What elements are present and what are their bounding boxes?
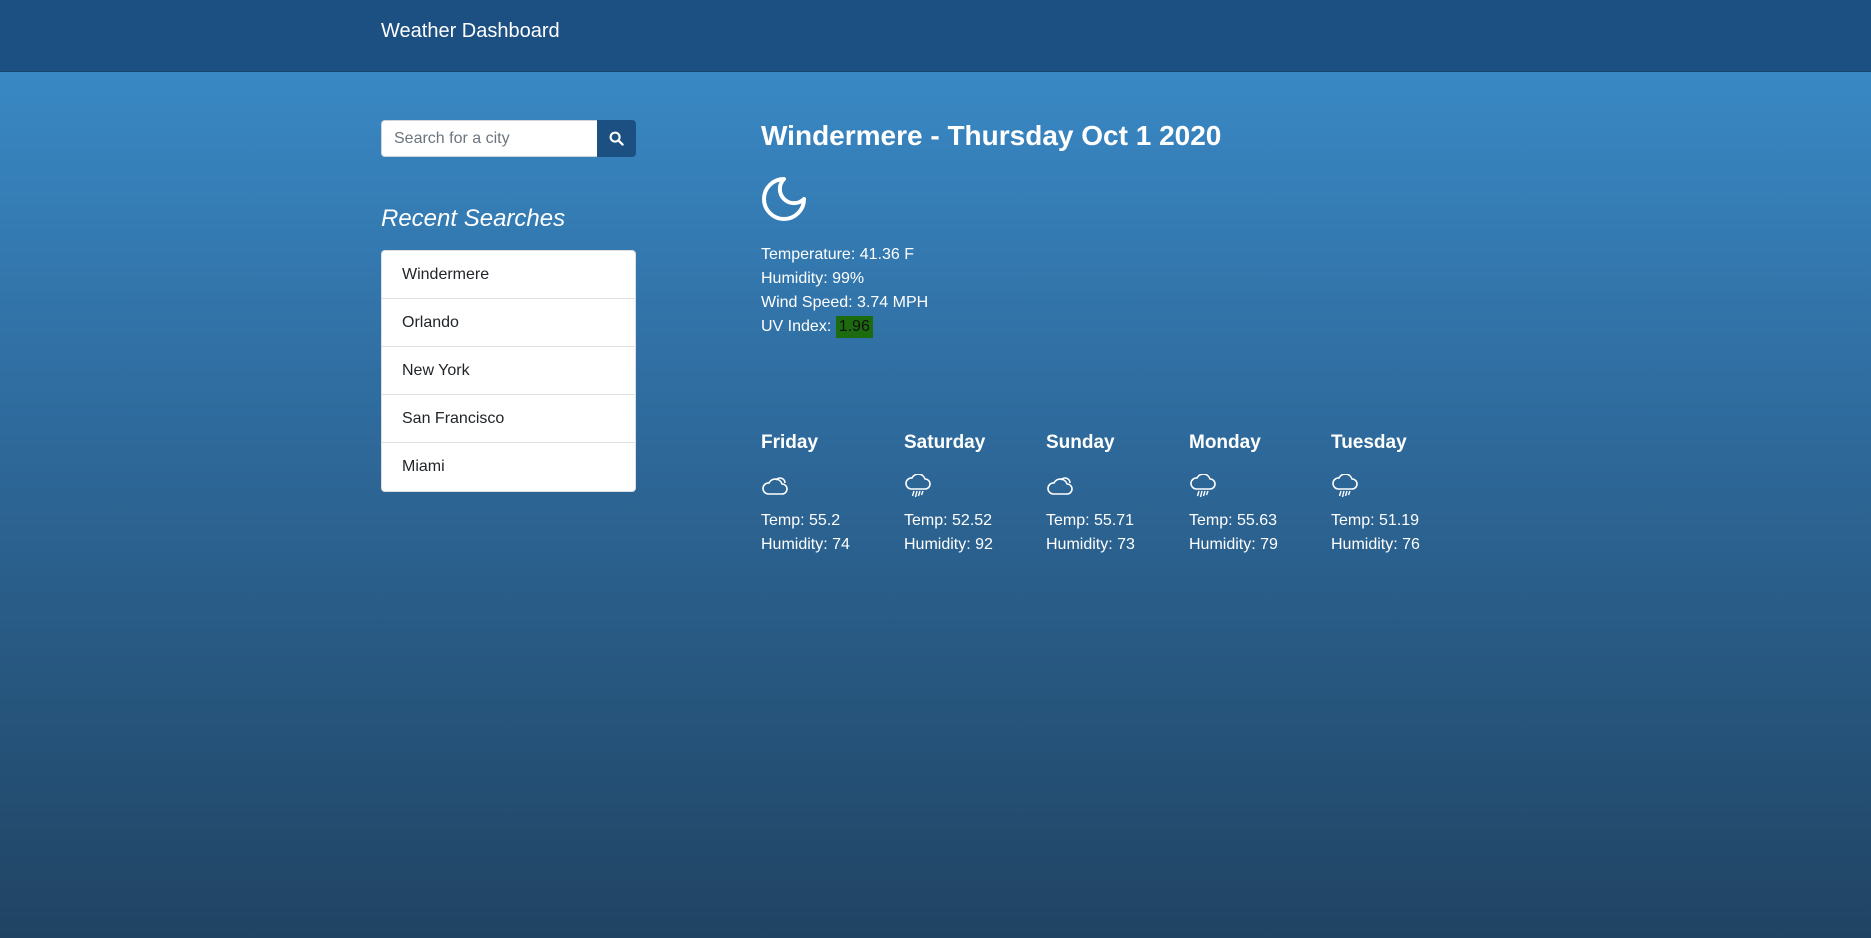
current-humidity: Humidity: 99% <box>761 270 865 287</box>
cloud-icon <box>1047 477 1073 495</box>
weather-dashboard-page: Weather Dashboard Recent Searches Winder… <box>0 0 1871 938</box>
forecast-temp: Temp: 52.52 <box>904 512 993 529</box>
moon-icon <box>762 177 806 221</box>
rain-cloud-icon <box>1190 474 1216 498</box>
forecast-temp: Temp: 55.71 <box>1046 512 1135 529</box>
forecast-day-name: Sunday <box>1046 432 1115 453</box>
forecast-temp: Temp: 51.19 <box>1331 512 1420 529</box>
forecast-humidity: Humidity: 73 <box>1046 536 1135 553</box>
recent-search-item[interactable]: Windermere <box>382 251 635 299</box>
uv-index-label: UV Index: <box>761 318 836 335</box>
current-weather-title: Windermere - Thursday Oct 1 2020 <box>761 120 1222 151</box>
search-button[interactable] <box>597 120 636 157</box>
cloud-icon <box>762 477 788 495</box>
recent-search-item[interactable]: San Francisco <box>382 395 635 443</box>
recent-search-item[interactable]: Orlando <box>382 299 635 347</box>
forecast-humidity: Humidity: 79 <box>1189 536 1278 553</box>
current-uv-index: UV Index: 1.96 <box>761 315 928 339</box>
search-group <box>381 120 636 157</box>
forecast-temp: Temp: 55.2 <box>761 512 841 529</box>
forecast-day-name: Monday <box>1189 432 1261 453</box>
recent-searches-heading: Recent Searches <box>381 205 566 232</box>
search-icon <box>609 131 624 146</box>
forecast-temp: Temp: 55.63 <box>1189 512 1278 529</box>
rain-cloud-icon <box>1332 474 1358 498</box>
navbar: Weather Dashboard <box>0 0 1871 72</box>
uv-index-badge: 1.96 <box>835 316 873 338</box>
forecast-humidity: Humidity: 74 <box>761 536 850 553</box>
recent-search-item[interactable]: New York <box>382 347 635 395</box>
recent-search-item[interactable]: Miami <box>382 443 635 491</box>
forecast-humidity: Humidity: 76 <box>1331 536 1420 553</box>
recent-searches-list: Windermere Orlando New York San Francisc… <box>381 250 636 492</box>
forecast-day-name: Saturday <box>904 432 986 453</box>
forecast-day-name: Tuesday <box>1331 432 1407 453</box>
main-content: Recent Searches Windermere Orlando New Y… <box>0 72 1871 938</box>
app-title[interactable]: Weather Dashboard <box>381 20 560 43</box>
current-wind-speed: Wind Speed: 3.74 MPH <box>761 294 929 311</box>
forecast-day-name: Friday <box>761 432 819 453</box>
search-input[interactable] <box>381 120 597 157</box>
forecast-humidity: Humidity: 92 <box>904 536 993 553</box>
current-temperature: Temperature: 41.36 F <box>761 246 914 263</box>
rain-cloud-icon <box>905 474 931 498</box>
current-weather-details: Temperature: 41.36 F Humidity: 99% Wind … <box>761 243 928 339</box>
